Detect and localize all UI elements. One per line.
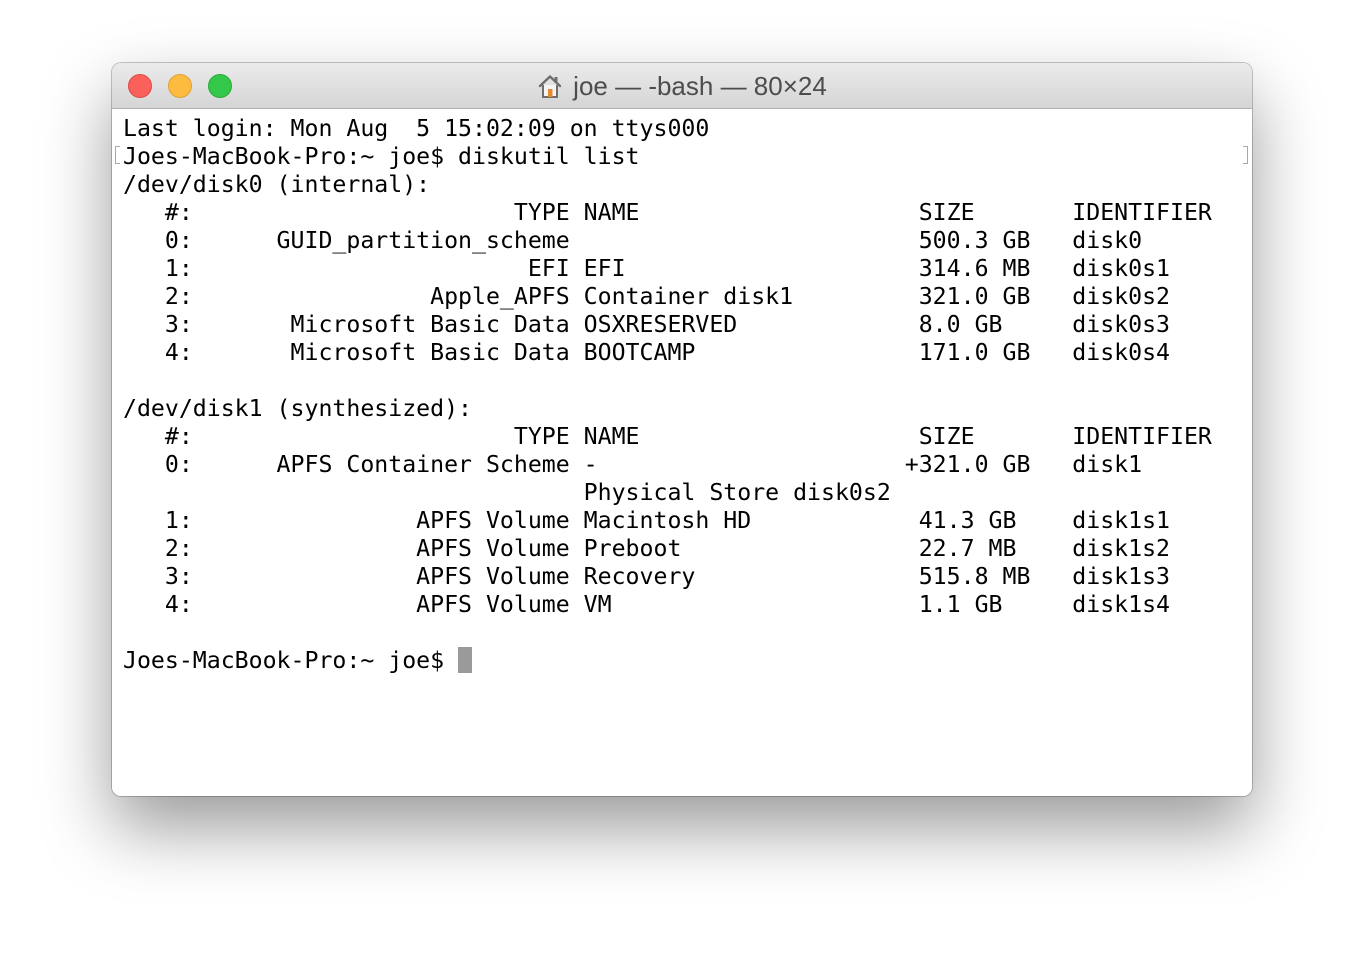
terminal-line: 0: APFS Container Scheme - +321.0 GB dis… — [123, 451, 1143, 478]
terminal-line: 4: Microsoft Basic Data BOOTCAMP 171.0 G… — [123, 339, 1171, 366]
terminal-line: 3: APFS Volume Recovery 515.8 MB disk1s3 — [123, 563, 1171, 590]
terminal-line: Physical Store disk0s2 — [123, 479, 891, 506]
terminal-line: /dev/disk1 (synthesized): — [123, 395, 473, 422]
terminal-window: joe — -bash — 80×24 Last login: Mon Aug … — [112, 63, 1252, 796]
terminal-line: 1: APFS Volume Macintosh HD 41.3 GB disk… — [123, 507, 1171, 534]
command-mark-left — [115, 146, 120, 164]
terminal-line: 4: APFS Volume VM 1.1 GB disk1s4 — [123, 591, 1171, 618]
command-mark-right — [1243, 146, 1248, 164]
home-icon — [538, 75, 562, 98]
window-title-text: joe — -bash — 80×24 — [573, 70, 827, 101]
terminal-line: 0: GUID_partition_scheme 500.3 GB disk0 — [123, 227, 1143, 254]
terminal-line: 3: Microsoft Basic Data OSXRESERVED 8.0 … — [123, 311, 1171, 338]
terminal-line: #: TYPE NAME SIZE IDENTIFIER — [123, 423, 1212, 450]
terminal-line: 1: EFI EFI 314.6 MB disk0s1 — [123, 255, 1171, 282]
window-title: joe — -bash — 80×24 — [112, 63, 1252, 109]
terminal-line: 2: APFS Volume Preboot 22.7 MB disk1s2 — [123, 535, 1171, 562]
terminal-line: Joes-MacBook-Pro:~ joe$ diskutil list — [123, 143, 640, 170]
terminal-line: Last login: Mon Aug 5 15:02:09 on ttys00… — [123, 115, 710, 142]
terminal-content[interactable]: Last login: Mon Aug 5 15:02:09 on ttys00… — [112, 109, 1252, 796]
terminal-prompt: Joes-MacBook-Pro:~ joe$ — [123, 647, 459, 674]
terminal-line: 2: Apple_APFS Container disk1 321.0 GB d… — [123, 283, 1171, 310]
title-bar[interactable]: joe — -bash — 80×24 — [112, 63, 1252, 109]
text-cursor — [458, 647, 472, 673]
terminal-line: #: TYPE NAME SIZE IDENTIFIER — [123, 199, 1212, 226]
terminal-line: /dev/disk0 (internal): — [123, 171, 431, 198]
